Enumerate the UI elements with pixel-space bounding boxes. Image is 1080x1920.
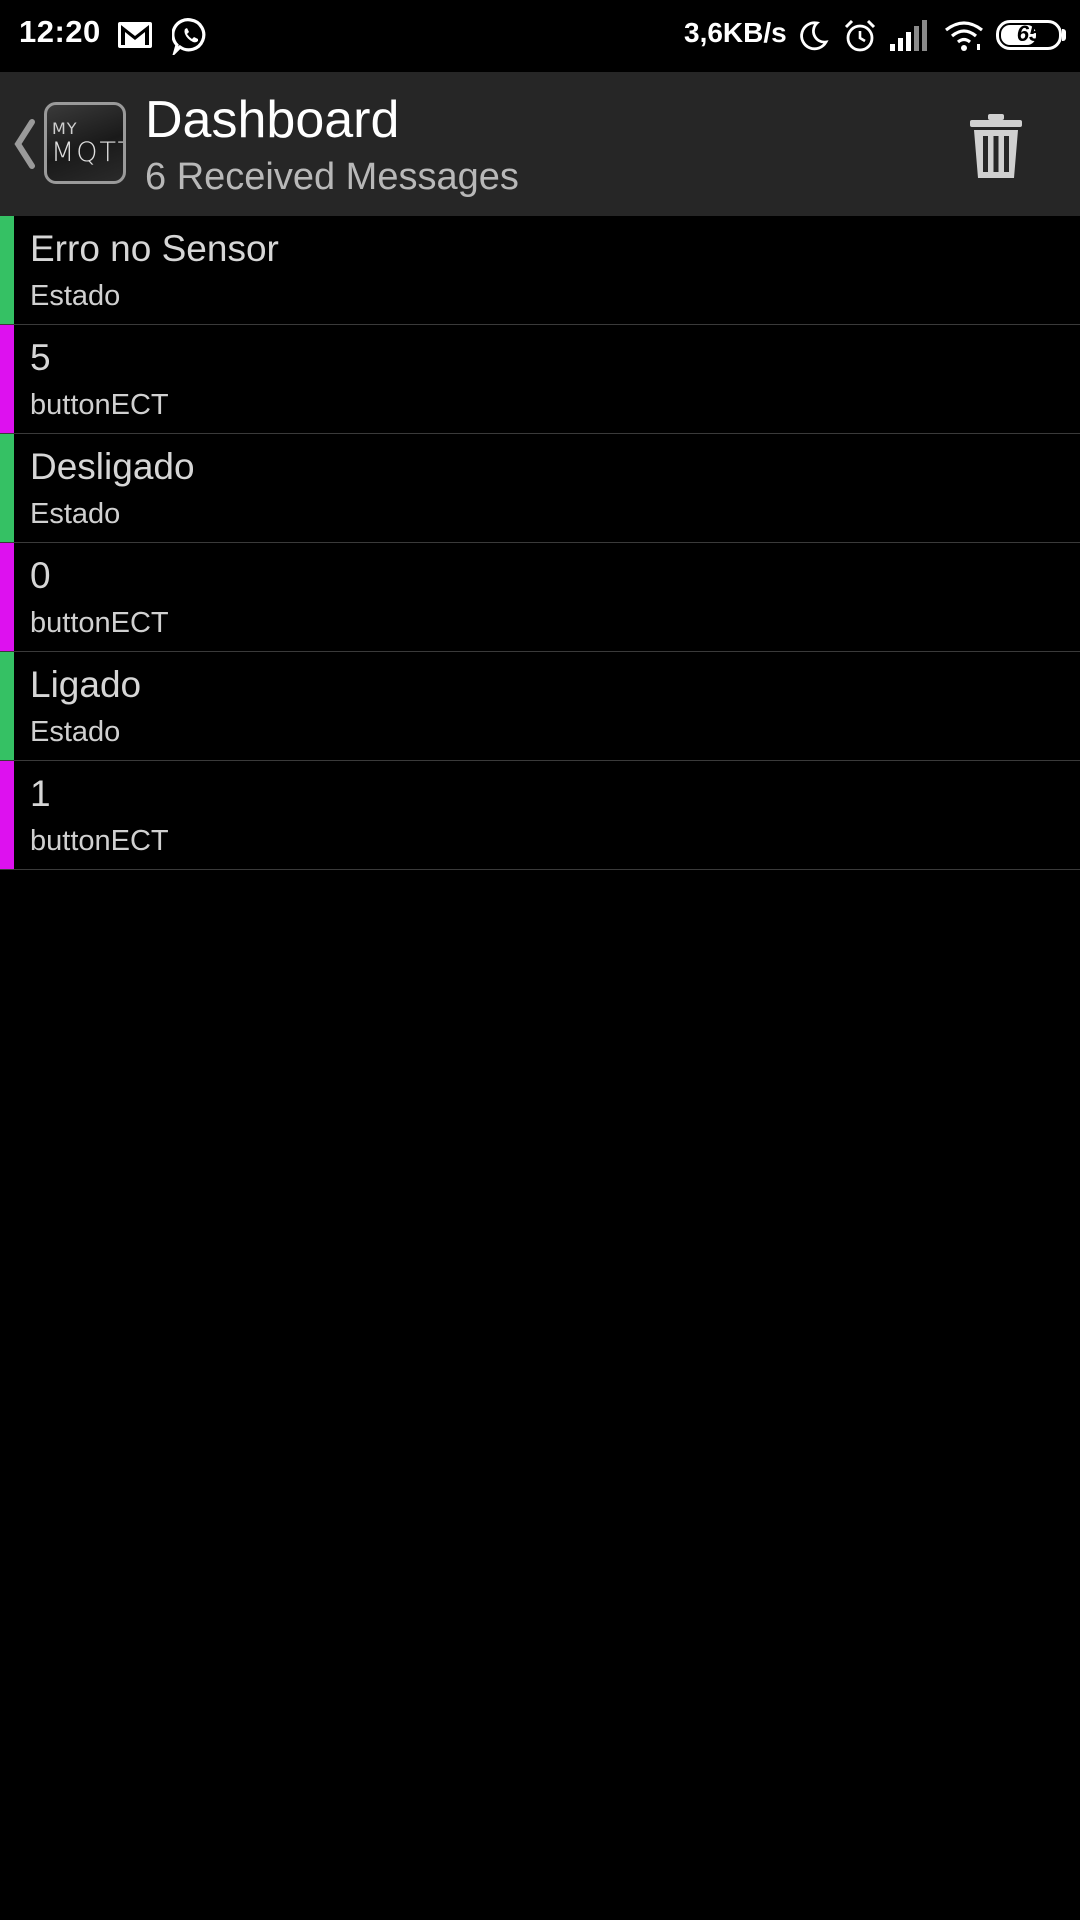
- topic-color-bar: [0, 325, 14, 433]
- whatsapp-icon: [172, 18, 206, 55]
- alarm-icon: [844, 19, 876, 52]
- message-payload: Erro no Sensor: [30, 228, 279, 269]
- message-payload: 0: [30, 555, 51, 596]
- battery-nub: [1062, 29, 1066, 41]
- wifi-icon: [945, 21, 983, 51]
- message-topic: buttonECT: [30, 607, 169, 639]
- battery-icon: 65: [996, 20, 1062, 50]
- status-bar: 12:20 3,6KB/s 65: [0, 0, 1080, 72]
- gmail-icon: [118, 22, 152, 48]
- action-bar: MY MQTT Dashboard 6 Received Messages: [0, 72, 1080, 216]
- topic-color-bar: [0, 434, 14, 542]
- message-item[interactable]: 1 buttonECT: [0, 761, 1080, 870]
- message-payload: Ligado: [30, 664, 142, 705]
- signal-icon: [890, 20, 927, 51]
- message-payload: Desligado: [30, 446, 195, 487]
- topic-color-bar: [0, 761, 14, 869]
- logo-text-mqtt: MQTT: [51, 137, 123, 168]
- moon-icon: [800, 21, 829, 51]
- message-item[interactable]: Desligado Estado: [0, 434, 1080, 543]
- message-item[interactable]: 5 buttonECT: [0, 325, 1080, 434]
- message-count: 6 Received Messages: [145, 156, 519, 198]
- network-speed: 3,6KB/s: [684, 17, 787, 48]
- trash-icon[interactable]: [968, 112, 1024, 180]
- message-item[interactable]: Erro no Sensor Estado: [0, 216, 1080, 325]
- battery-level: 65: [1016, 21, 1042, 46]
- message-list: Erro no Sensor Estado 5 buttonECT Desligado E…: [0, 216, 1080, 870]
- app-logo[interactable]: MY MQTT: [44, 102, 126, 184]
- message-item[interactable]: Ligado Estado: [0, 652, 1080, 761]
- message-topic: buttonECT: [30, 389, 169, 421]
- message-topic: Estado: [30, 716, 121, 748]
- clock: 12:20: [19, 14, 101, 49]
- message-item[interactable]: 0 buttonECT: [0, 543, 1080, 652]
- message-topic: Estado: [30, 498, 121, 530]
- topic-color-bar: [0, 652, 14, 760]
- message-payload: 5: [30, 337, 51, 378]
- message-topic: Estado: [30, 280, 121, 312]
- message-payload: 1: [30, 773, 51, 814]
- logo-text-my: MY: [52, 119, 78, 138]
- page-title: Dashboard: [145, 91, 400, 149]
- topic-color-bar: [0, 543, 14, 651]
- topic-color-bar: [0, 216, 14, 324]
- message-topic: buttonECT: [30, 825, 169, 857]
- chevron-left-icon[interactable]: [10, 114, 36, 174]
